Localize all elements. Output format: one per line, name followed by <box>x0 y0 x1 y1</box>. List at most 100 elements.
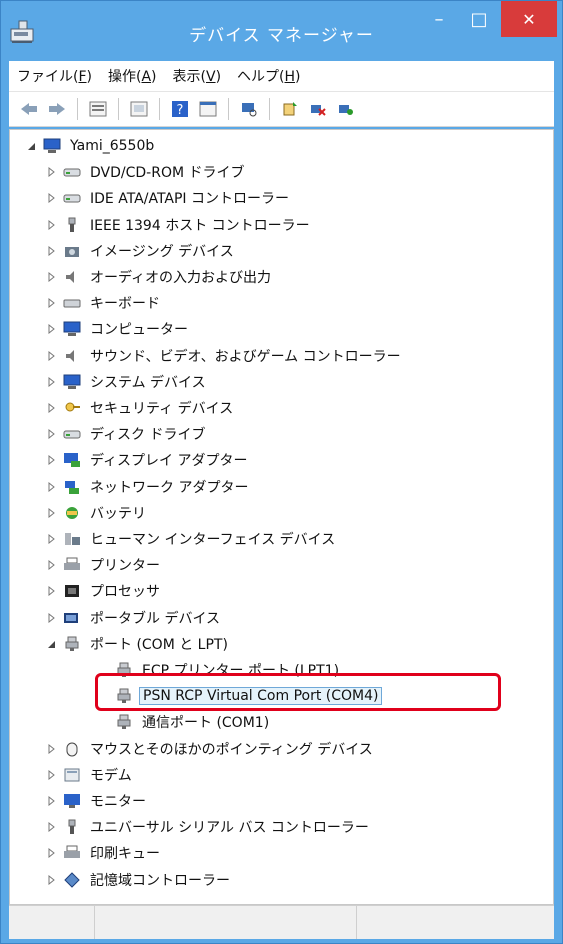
status-cell <box>95 906 357 939</box>
expand-arrow-icon[interactable] <box>44 322 58 336</box>
menu-view[interactable]: 表示(V) <box>165 66 230 86</box>
tree-category-item[interactable]: モニター <box>44 789 149 813</box>
status-cell <box>9 906 95 939</box>
properties-icon[interactable] <box>87 98 109 120</box>
device-tree: Yami_6550b DVD/CD-ROM ドライブ IDE ATA/ATAPI コ… <box>9 129 554 905</box>
expand-arrow-icon[interactable] <box>44 375 58 389</box>
tree-item-label: ディスク ドライブ <box>90 427 206 444</box>
tree-category-item[interactable]: 印刷キュー <box>44 841 163 865</box>
tree-category-ports[interactable]: ポート (COM と LPT) <box>44 632 231 656</box>
scan-hardware-icon[interactable] <box>238 98 260 120</box>
tree-category-item[interactable]: マウスとそのほかのポインティング デバイス <box>44 737 376 761</box>
expand-arrow-icon[interactable] <box>44 244 58 258</box>
tree-category-item[interactable]: プロセッサ <box>44 579 163 603</box>
menu-action-accel: A <box>141 69 152 85</box>
title-bar[interactable]: デバイス マネージャー – □ ✕ <box>1 1 562 61</box>
menu-help[interactable]: ヘルプ(H) <box>229 66 308 86</box>
computer-icon <box>62 373 82 391</box>
tree-category-item[interactable]: ユニバーサル シリアル バス コントローラー <box>44 815 372 839</box>
speaker-icon <box>62 347 82 365</box>
forward-icon[interactable] <box>46 98 68 120</box>
tree-category-item[interactable]: IEEE 1394 ホスト コントローラー <box>44 213 313 237</box>
refresh-icon[interactable] <box>128 98 150 120</box>
tree-item-label: ユニバーサル シリアル バス コントローラー <box>90 820 369 837</box>
port-icon <box>62 635 82 653</box>
expand-arrow-icon[interactable] <box>44 873 58 887</box>
expand-arrow-icon[interactable] <box>44 270 58 284</box>
expand-arrow-icon[interactable] <box>44 846 58 860</box>
expand-arrow-icon[interactable] <box>44 584 58 598</box>
menu-bar: ファイル(F) 操作(A) 表示(V) ヘルプ(H) <box>9 61 554 91</box>
back-icon[interactable] <box>18 98 40 120</box>
tree-category-item[interactable]: ネットワーク アダプター <box>44 475 251 499</box>
expand-arrow-icon[interactable] <box>44 742 58 756</box>
tree-item-label: セキュリティ デバイス <box>90 401 234 417</box>
update-driver-icon[interactable] <box>279 98 301 120</box>
expand-arrow-icon[interactable] <box>44 191 58 205</box>
expand-arrow-icon[interactable] <box>44 820 58 834</box>
tree-category-item[interactable]: イメージング デバイス <box>44 239 237 263</box>
menu-file-accel: F <box>78 69 87 85</box>
tree-port-item[interactable]: 通信ポート (COM1) <box>96 710 272 734</box>
tree-category-item[interactable]: システム デバイス <box>44 370 209 394</box>
console-icon[interactable] <box>197 98 219 120</box>
help-icon[interactable]: ? <box>169 98 191 120</box>
tree-item-label: モニター <box>90 794 146 810</box>
tree-category-item[interactable]: キーボード <box>44 291 163 315</box>
mouse-icon <box>62 740 82 758</box>
menu-action[interactable]: 操作(A) <box>100 66 165 86</box>
menu-view-accel: V <box>205 69 216 85</box>
expand-arrow-icon[interactable] <box>44 558 58 572</box>
tree-item-label: マウスとそのほかのポインティング デバイス <box>90 741 373 758</box>
menu-file-label: ファイル( <box>17 69 79 85</box>
tree-category-item[interactable]: モデム <box>44 763 135 787</box>
tree-root-computer[interactable]: Yami_6550b <box>24 134 157 158</box>
expand-arrow-icon[interactable] <box>44 296 58 310</box>
tree-item-label: コンピューター <box>90 322 188 339</box>
tree-item-label: ポート (COM と LPT) <box>90 636 228 653</box>
tree-category-item[interactable]: ディスプレイ アダプター <box>44 448 250 472</box>
menu-action-suffix: ) <box>151 69 157 85</box>
toolbar-separator <box>159 98 160 120</box>
enable-device-icon[interactable] <box>335 98 357 120</box>
tree-category-item[interactable]: DVD/CD-ROM ドライブ <box>44 160 248 184</box>
expand-arrow-icon[interactable] <box>44 794 58 808</box>
tree-category-item[interactable]: ポータブル デバイス <box>44 606 223 630</box>
expand-arrow-icon[interactable] <box>44 165 58 179</box>
tree-category-item[interactable]: コンピューター <box>44 317 191 341</box>
expand-arrow-icon[interactable] <box>44 506 58 520</box>
annotation-highlight-box <box>95 673 501 711</box>
tree-category-item[interactable]: サウンド、ビデオ、およびゲーム コントローラー <box>44 344 404 368</box>
tree-category-item[interactable]: ディスク ドライブ <box>44 422 208 446</box>
expand-arrow-icon[interactable] <box>44 453 58 467</box>
menu-file[interactable]: ファイル(F) <box>9 66 100 86</box>
tree-category-item[interactable]: セキュリティ デバイス <box>44 396 236 420</box>
expand-arrow-icon[interactable] <box>44 768 58 782</box>
tree-category-item[interactable]: オーディオの入力および出力 <box>44 265 274 289</box>
collapse-arrow-icon[interactable] <box>44 637 58 651</box>
close-button[interactable]: ✕ <box>501 1 557 37</box>
print-queue-icon <box>62 844 82 862</box>
expand-arrow-icon[interactable] <box>44 218 58 232</box>
expand-arrow-icon[interactable] <box>44 480 58 494</box>
tree-category-item[interactable]: IDE ATA/ATAPI コントローラー <box>44 186 292 210</box>
tree-category-item[interactable]: ヒューマン インターフェイス デバイス <box>44 527 338 551</box>
collapse-arrow-icon[interactable] <box>24 139 38 153</box>
expand-arrow-icon[interactable] <box>44 532 58 546</box>
menu-help-accel: H <box>284 69 296 85</box>
minimize-button[interactable]: – <box>419 1 459 37</box>
tree-category-item[interactable]: 記憶域コントローラー <box>44 868 233 892</box>
processor-icon <box>62 582 82 600</box>
uninstall-icon[interactable] <box>307 98 329 120</box>
monitor-icon <box>62 792 82 810</box>
tree-category-item[interactable]: プリンター <box>44 553 163 577</box>
display-icon <box>62 451 82 469</box>
expand-arrow-icon[interactable] <box>44 401 58 415</box>
expand-arrow-icon[interactable] <box>44 349 58 363</box>
tree-item-label: プロセッサ <box>90 584 160 601</box>
maximize-button[interactable]: □ <box>459 1 499 37</box>
tree-category-item[interactable]: バッテリ <box>44 501 149 525</box>
camera-icon <box>62 242 82 260</box>
expand-arrow-icon[interactable] <box>44 611 58 625</box>
expand-arrow-icon[interactable] <box>44 427 58 441</box>
